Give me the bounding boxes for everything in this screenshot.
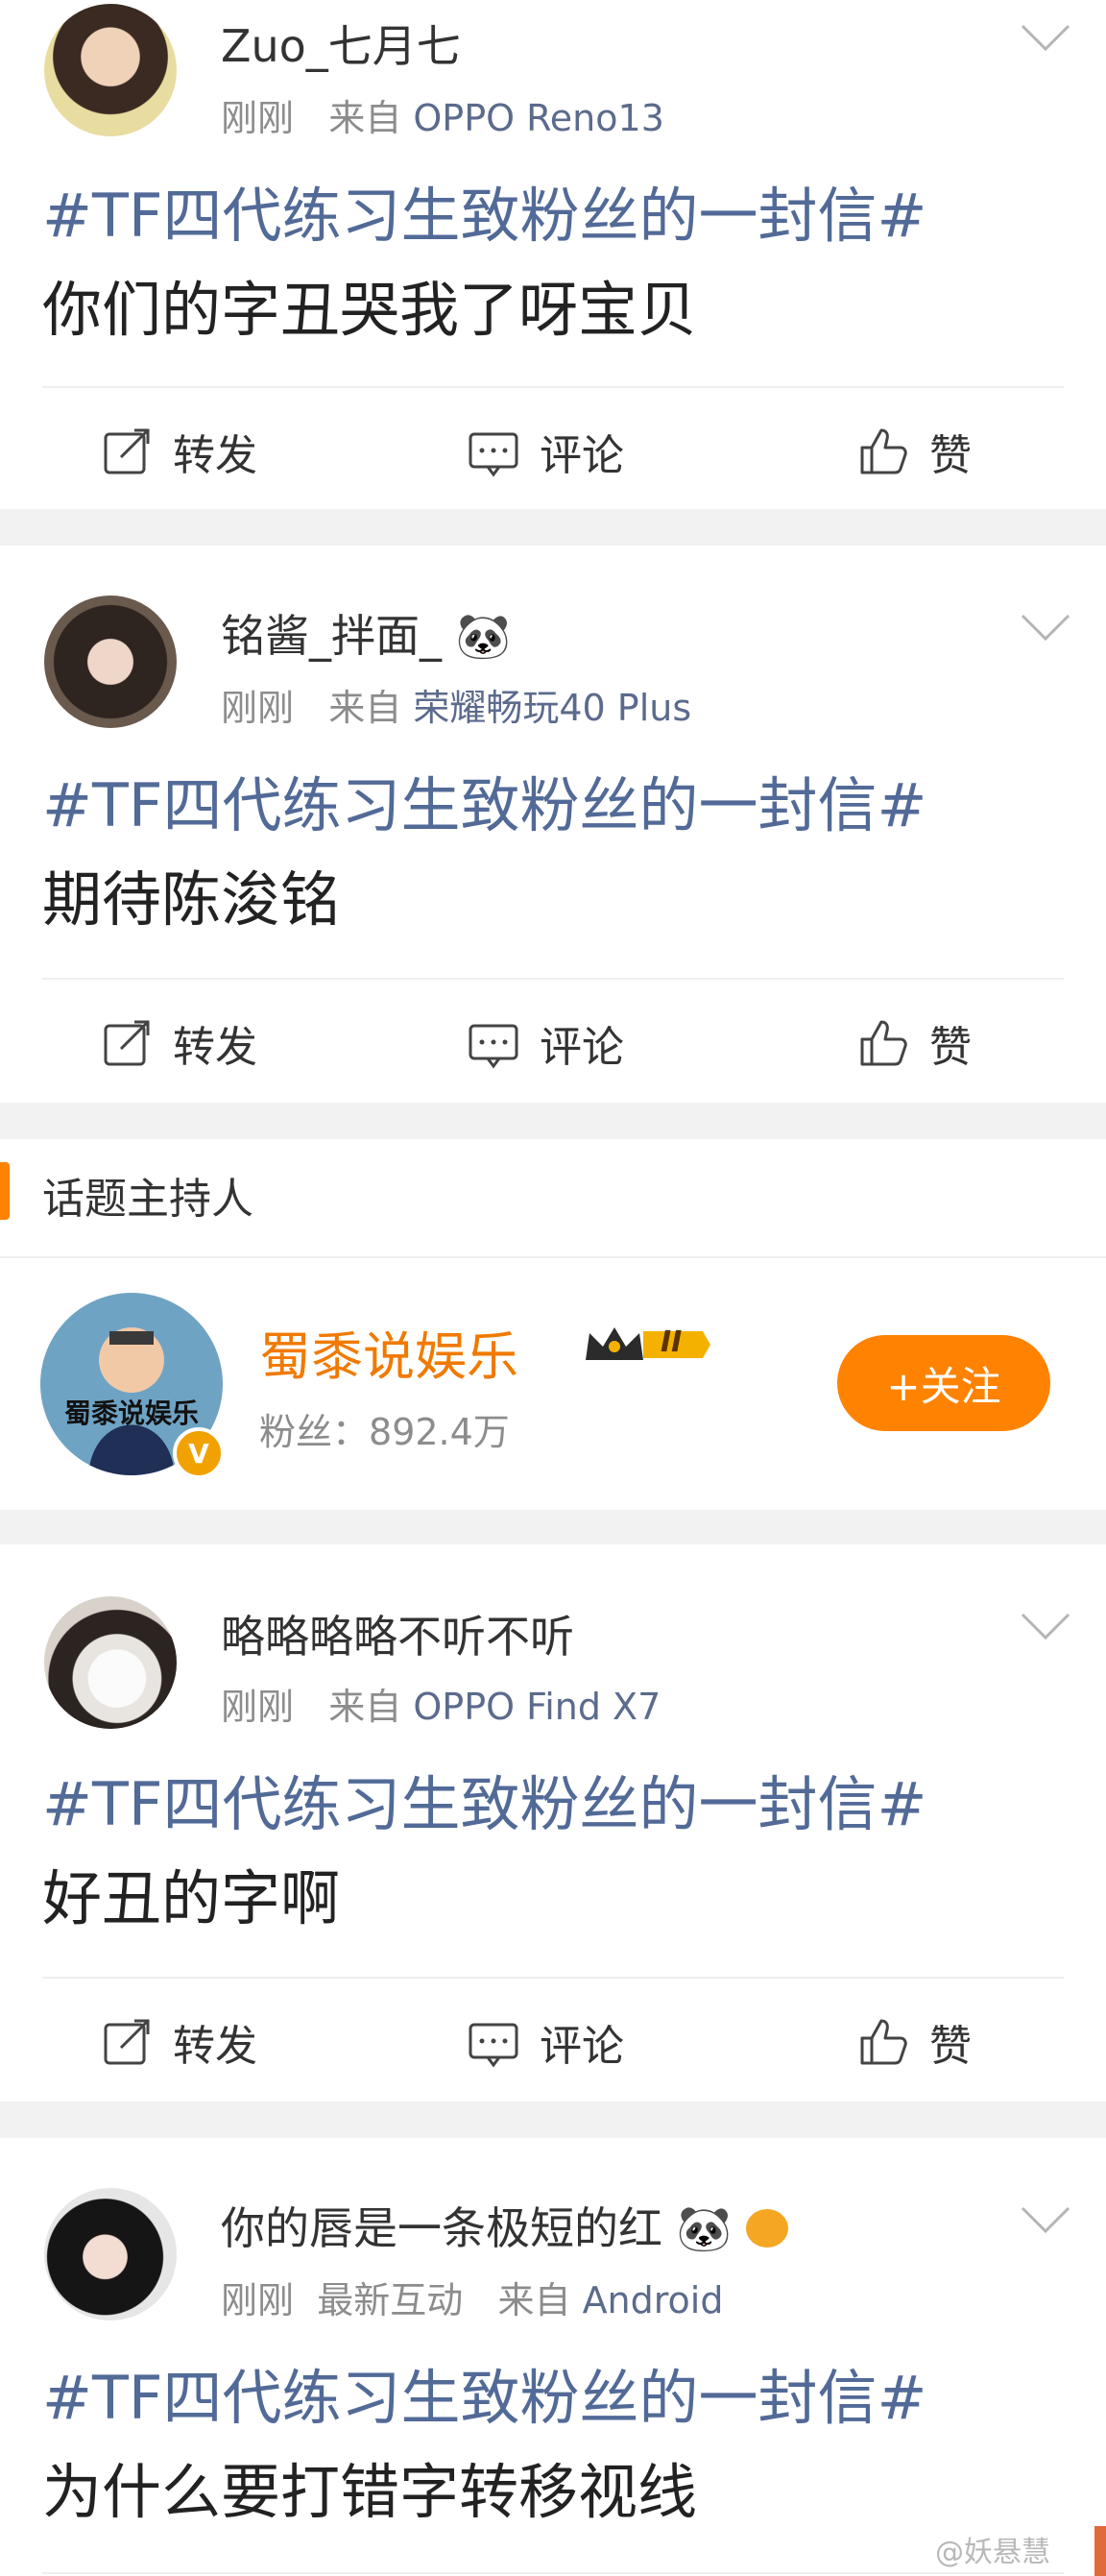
like-label: 赞: [929, 431, 972, 480]
section-header: 话题主持人: [0, 1139, 1106, 1256]
via-prefix: 来自: [497, 2279, 571, 2321]
host-name[interactable]: 蜀黍说娱乐: [259, 1314, 518, 1390]
repost-button[interactable]: 转发: [100, 2011, 257, 2073]
post-source[interactable]: Android: [583, 2279, 724, 2321]
post-text: #TF四代练习生致粉丝的一封信# 期待陈浚铭: [42, 759, 1077, 947]
thumbs-up-icon: [860, 1020, 907, 1066]
avatar[interactable]: [44, 1596, 177, 1729]
panda-emoji: 🐼: [676, 2202, 732, 2254]
thumbs-up-icon: [860, 428, 907, 474]
fans-count: 892.4万: [369, 1411, 510, 1453]
post-text: #TF四代练习生致粉丝的一封信# 好丑的字啊: [42, 1758, 1077, 1946]
level-badge: II: [582, 1322, 712, 1368]
avatar[interactable]: [44, 4, 177, 136]
post-source[interactable]: 荣耀畅玩40 Plus: [413, 687, 691, 729]
repost-label: 转发: [173, 431, 257, 480]
topic-link[interactable]: #TF四代练习生致粉丝的一封信#: [42, 2351, 1077, 2445]
like-button[interactable]: 赞: [856, 1012, 972, 1074]
topic-link[interactable]: #TF四代练习生致粉丝的一封信#: [42, 169, 1077, 263]
post-card: 你的唇是一条极短的红 🐼 刚刚 最新互动 来自 Android #TF四代练习生…: [0, 2138, 1106, 2576]
edge-marker: [1094, 2526, 1106, 2576]
section-accent-bar: [0, 1162, 10, 1220]
repost-label: 转发: [173, 1023, 257, 1072]
fans-label: 粉丝：: [259, 1411, 370, 1453]
post-text: #TF四代练习生致粉丝的一封信# 为什么要打错字转移视线: [42, 2351, 1077, 2540]
post-time: 刚刚: [221, 687, 295, 729]
username-text: 你的唇是一条极短的红: [221, 2202, 662, 2254]
post-card: 铭酱_拌面_ 🐼 刚刚 来自 荣耀畅玩40 Plus #TF四代练习生致粉丝的一…: [0, 546, 1106, 1103]
username[interactable]: 铭酱_拌面_ 🐼: [221, 601, 511, 665]
post-meta: 刚刚 来自 OPPO Reno13: [221, 88, 664, 141]
post-source[interactable]: OPPO Find X7: [413, 1686, 661, 1728]
post-time: 刚刚: [221, 2279, 295, 2321]
follow-button[interactable]: +关注: [837, 1335, 1050, 1431]
post-source[interactable]: OPPO Reno13: [413, 97, 664, 139]
pufferfish-icon: [745, 2209, 788, 2248]
post-meta: 刚刚 来自 OPPO Find X7: [221, 1677, 661, 1730]
repost-icon: [104, 1020, 150, 1066]
repost-icon: [104, 2019, 150, 2065]
comment-label: 评论: [540, 2022, 624, 2071]
repost-icon: [104, 428, 150, 474]
level-text: II: [661, 1325, 683, 1359]
username[interactable]: 略略略略不听不听: [221, 1602, 574, 1665]
chevron-down-icon[interactable]: [1020, 613, 1071, 642]
crown-icon: [586, 1327, 710, 1360]
host-fans: 粉丝：892.4万: [259, 1402, 510, 1455]
host-avatar-text: 蜀黍说娱乐: [63, 1397, 199, 1429]
divider: [42, 2572, 1064, 2574]
via-prefix: 来自: [328, 687, 402, 729]
comment-icon: [469, 432, 518, 477]
post-meta: 刚刚 最新互动 来自 Android: [221, 2271, 723, 2323]
comment-label: 评论: [540, 431, 624, 480]
repost-button[interactable]: 转发: [100, 421, 257, 482]
divider: [42, 978, 1064, 980]
chevron-down-icon[interactable]: [1020, 23, 1071, 52]
post-card: 略略略略不听不听 刚刚 来自 OPPO Find X7 #TF四代练习生致粉丝的…: [0, 1544, 1106, 2102]
post-content: 期待陈浚铭: [42, 864, 341, 935]
like-label: 赞: [929, 1023, 972, 1072]
post-content: 你们的字丑哭我了呀宝贝: [42, 275, 698, 345]
post-extra: 最新互动: [317, 2279, 464, 2321]
post-time: 刚刚: [221, 1686, 295, 1728]
username[interactable]: 你的唇是一条极短的红 🐼: [221, 2194, 788, 2257]
post-content: 为什么要打错字转移视线: [42, 2457, 698, 2527]
section-title: 话题主持人: [42, 1175, 253, 1224]
comment-icon: [469, 1024, 518, 1069]
divider: [42, 1977, 1064, 1979]
via-prefix: 来自: [328, 97, 402, 139]
repost-button[interactable]: 转发: [100, 1012, 257, 1074]
post-time: 刚刚: [221, 97, 295, 139]
verified-badge: V: [173, 1427, 225, 1479]
topic-link[interactable]: #TF四代练习生致粉丝的一封信#: [42, 1758, 1077, 1852]
avatar[interactable]: [44, 2188, 177, 2321]
post-card: Zuo_七月七 刚刚 来自 OPPO Reno13 #TF四代练习生致粉丝的一封…: [0, 0, 1106, 509]
like-button[interactable]: 赞: [856, 2011, 972, 2073]
post-text: #TF四代练习生致粉丝的一封信# 你们的字丑哭我了呀宝贝: [42, 169, 1077, 357]
thumbs-up-icon: [860, 2019, 907, 2065]
comment-button[interactable]: 评论: [467, 421, 624, 482]
divider: [42, 386, 1064, 388]
comment-button[interactable]: 评论: [467, 1012, 624, 1074]
like-label: 赞: [929, 2022, 972, 2071]
comment-button[interactable]: 评论: [467, 2011, 624, 2073]
chevron-down-icon[interactable]: [1020, 2205, 1071, 2234]
comment-label: 评论: [540, 1023, 624, 1072]
via-prefix: 来自: [328, 1686, 402, 1728]
avatar[interactable]: [44, 595, 177, 728]
username-text: 铭酱_拌面_: [221, 610, 442, 662]
chevron-down-icon[interactable]: [1020, 1612, 1071, 1640]
repost-label: 转发: [173, 2022, 257, 2071]
post-meta: 刚刚 来自 荣耀畅玩40 Plus: [221, 678, 691, 731]
topic-link[interactable]: #TF四代练习生致粉丝的一封信#: [42, 759, 1077, 853]
watermark: @妖悬慧: [935, 2536, 1050, 2569]
comment-icon: [469, 2023, 518, 2068]
username[interactable]: Zuo_七月七: [221, 12, 461, 75]
panda-emoji: 🐼: [455, 610, 511, 662]
like-button[interactable]: 赞: [856, 421, 972, 482]
post-content: 好丑的字啊: [42, 1863, 341, 1933]
